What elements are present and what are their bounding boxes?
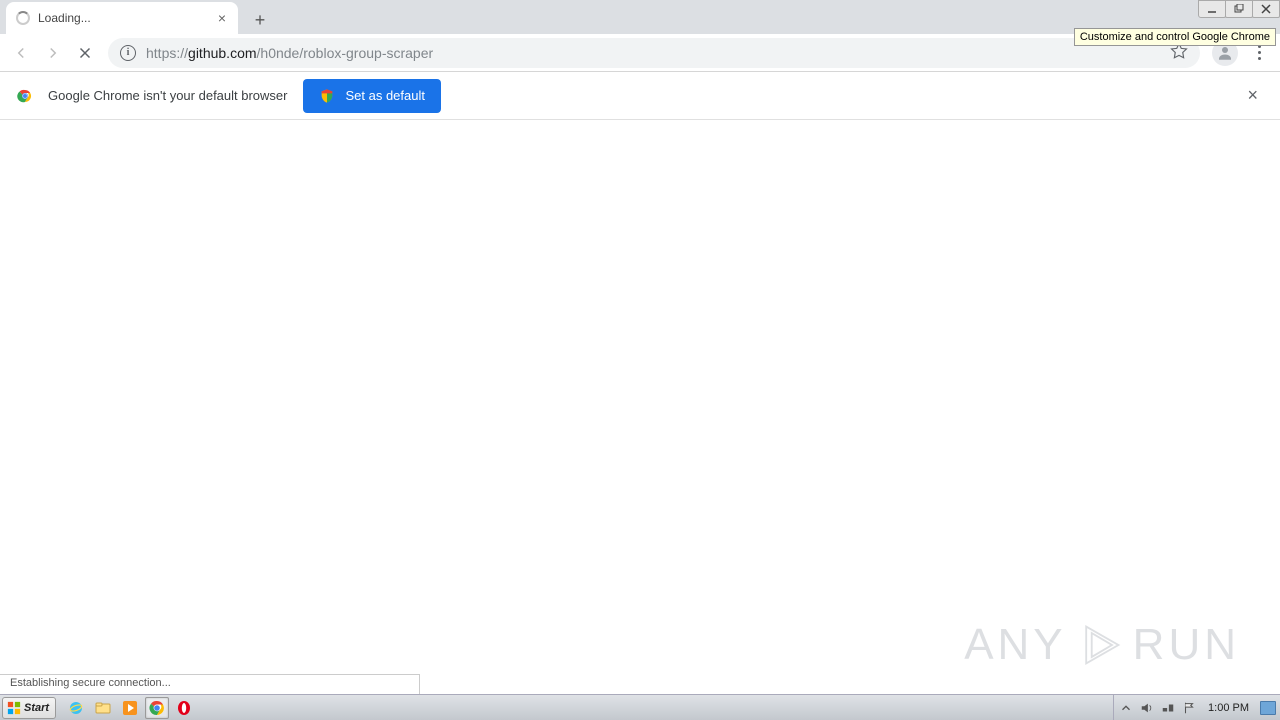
back-button[interactable] bbox=[6, 38, 36, 68]
watermark-left: ANY bbox=[964, 620, 1066, 670]
tray-expand-icon[interactable] bbox=[1118, 700, 1134, 716]
windows-taskbar: Start 1:00 PM bbox=[0, 694, 1280, 720]
volume-icon[interactable] bbox=[1139, 700, 1155, 716]
default-browser-infobar: Google Chrome isn't your default browser… bbox=[0, 72, 1280, 120]
chrome-logo-icon bbox=[16, 87, 34, 105]
shield-icon bbox=[319, 88, 335, 104]
window-controls bbox=[1199, 0, 1280, 18]
url-scheme: https:// bbox=[146, 45, 188, 61]
forward-button[interactable] bbox=[38, 38, 68, 68]
taskbar-clock[interactable]: 1:00 PM bbox=[1202, 702, 1255, 714]
stop-reload-button[interactable] bbox=[70, 38, 100, 68]
infobar-close-icon[interactable]: × bbox=[1241, 79, 1264, 112]
show-desktop-button[interactable] bbox=[1260, 701, 1276, 715]
loading-spinner-icon bbox=[16, 11, 30, 25]
new-tab-button[interactable]: + bbox=[246, 6, 274, 34]
quick-launch bbox=[64, 697, 196, 719]
menu-tooltip: Customize and control Google Chrome bbox=[1074, 28, 1276, 46]
media-player-icon[interactable] bbox=[118, 697, 142, 719]
infobar-message: Google Chrome isn't your default browser bbox=[48, 88, 287, 103]
set-default-label: Set as default bbox=[345, 88, 425, 103]
status-text: Establishing secure connection... bbox=[10, 677, 171, 689]
windows-flag-icon bbox=[7, 701, 21, 715]
close-window-button[interactable] bbox=[1252, 0, 1280, 18]
opera-icon[interactable] bbox=[172, 697, 196, 719]
network-icon[interactable] bbox=[1160, 700, 1176, 716]
chrome-taskbar-icon[interactable] bbox=[145, 697, 169, 719]
explorer-icon[interactable] bbox=[91, 697, 115, 719]
ie-icon[interactable] bbox=[64, 697, 88, 719]
status-bar: Establishing secure connection... bbox=[0, 674, 420, 694]
set-default-button[interactable]: Set as default bbox=[303, 79, 441, 113]
address-bar[interactable]: i https://github.com/h0nde/roblox-group-… bbox=[108, 38, 1200, 68]
play-outline-icon bbox=[1077, 622, 1123, 668]
url-host: github.com bbox=[188, 45, 256, 61]
site-info-icon[interactable]: i bbox=[120, 45, 136, 61]
anyrun-watermark: ANY RUN bbox=[964, 620, 1240, 670]
start-label: Start bbox=[24, 702, 49, 714]
start-button[interactable]: Start bbox=[2, 697, 56, 719]
page-content bbox=[0, 120, 1280, 694]
watermark-right: RUN bbox=[1133, 620, 1240, 670]
system-tray: 1:00 PM bbox=[1113, 695, 1280, 720]
flag-icon[interactable] bbox=[1181, 700, 1197, 716]
minimize-button[interactable] bbox=[1198, 0, 1226, 18]
browser-tab[interactable]: Loading... × bbox=[6, 2, 238, 34]
tab-close-icon[interactable]: × bbox=[216, 9, 228, 27]
tab-title: Loading... bbox=[38, 11, 216, 25]
maximize-button[interactable] bbox=[1225, 0, 1253, 18]
url-path: /h0nde/roblox-group-scraper bbox=[257, 45, 434, 61]
